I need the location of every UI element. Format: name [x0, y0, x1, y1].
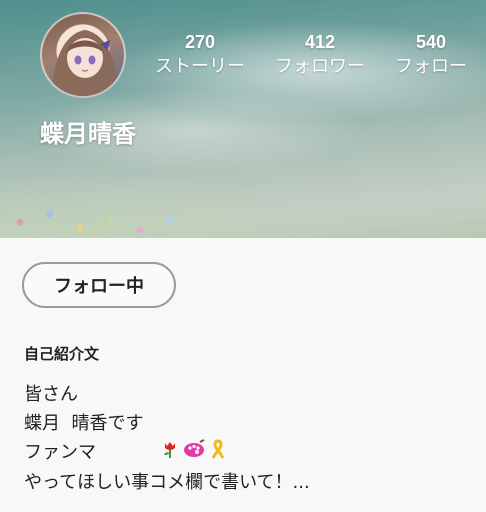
bio-heading: 自己紹介文 — [24, 345, 100, 363]
profile-header: 270 ストーリー 412 フォロワー 540 フォロー 蝶月晴香 — [0, 0, 486, 238]
stories-label: ストーリー — [155, 56, 245, 77]
stat-following[interactable]: 540 フォロー — [388, 30, 474, 80]
bio-line-fan-mark: ファンマ — [24, 438, 464, 468]
followers-label: フォロワー — [275, 56, 365, 77]
stat-followers[interactable]: 412 フォロワー — [268, 30, 372, 80]
username: 蝶月晴香 — [40, 120, 136, 148]
header-background-image — [0, 198, 200, 238]
bio-line: 蝶月 晴香です — [24, 413, 144, 434]
bio-line-text: ファンマ — [24, 442, 96, 463]
followers-count: 412 — [304, 32, 336, 52]
tulip-icon — [160, 439, 180, 468]
following-button[interactable]: フォロー中 — [22, 262, 176, 308]
stories-count: 270 — [184, 32, 216, 52]
ribbon-icon — [208, 438, 228, 468]
following-label: フォロー — [395, 56, 467, 77]
bio-text: 皆さん 蝶月 晴香です ファンマ やってほしい事コメ欄で書いて！... — [24, 380, 464, 497]
following-count: 540 — [415, 32, 447, 52]
bio-line: やってほしい事コメ欄で書いて！... — [24, 471, 310, 493]
bio-line: 皆さん — [24, 384, 78, 405]
stat-stories[interactable]: 270 ストーリー — [148, 30, 252, 80]
profile-stats: 270 ストーリー 412 フォロワー 540 フォロー — [0, 30, 486, 86]
palette-icon — [182, 438, 206, 468]
